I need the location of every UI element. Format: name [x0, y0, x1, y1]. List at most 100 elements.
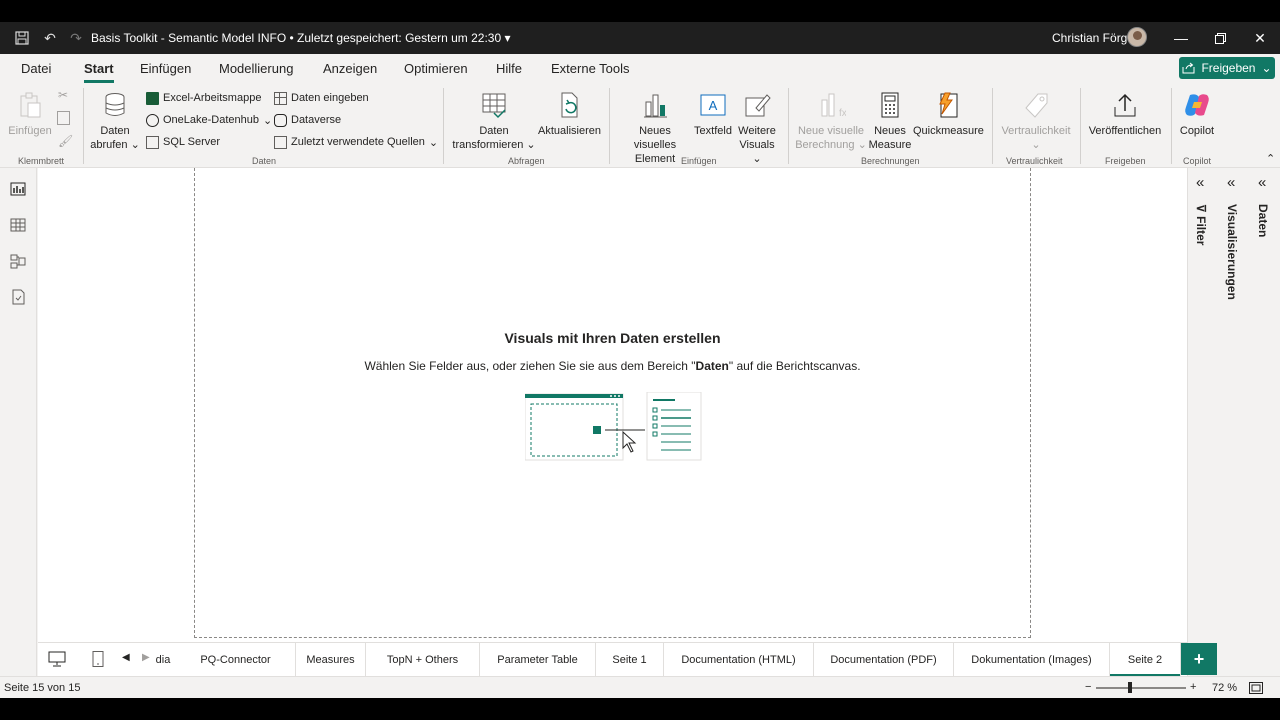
expand-visualizations-icon[interactable]: « — [1227, 174, 1235, 191]
add-page-button[interactable]: + — [1181, 643, 1217, 675]
app-window: ↶ ↷ Basis Toolkit - Semantic Model INFO … — [0, 22, 1280, 698]
data-pane-label: Daten — [1256, 204, 1270, 238]
table-view-icon[interactable] — [9, 216, 27, 234]
ribbon-separator — [83, 88, 84, 164]
avatar[interactable] — [1127, 27, 1147, 47]
tab-optimieren[interactable]: Optimieren — [404, 61, 468, 76]
filter-pane-collapsed[interactable]: « ⊽ Filter — [1188, 168, 1219, 676]
page-tab-seite-1[interactable]: Seite 1 — [596, 643, 664, 677]
more-visuals-button[interactable]: Weitere Visuals ⌄ — [734, 90, 780, 166]
page-indicator: Seite 15 von 15 — [4, 682, 81, 694]
scroll-tabs-right-icon[interactable]: ▶ — [142, 652, 150, 663]
tab-start[interactable]: Start — [84, 61, 114, 83]
page-tab-topn-others[interactable]: TopN + Others — [366, 643, 480, 677]
collapse-ribbon-icon[interactable]: ⌃ — [1266, 152, 1275, 165]
group-label-clipboard: Klemmbrett — [18, 156, 65, 166]
publish-icon — [1114, 93, 1136, 117]
page-tab-parameter-table[interactable]: Parameter Table — [480, 643, 596, 677]
zoom-slider-thumb[interactable] — [1127, 682, 1132, 693]
minimize-icon[interactable]: — — [1171, 28, 1191, 48]
page-tab-documentation-pdf[interactable]: Documentation (PDF) — [814, 643, 954, 677]
new-visual-calculation-button[interactable]: fx Neue visuelle Berechnung ⌄ — [795, 90, 867, 152]
textbox-icon: A — [700, 94, 726, 116]
model-view-icon[interactable] — [9, 252, 27, 270]
recent-sources-button[interactable]: Zuletzt verwendete Quellen ⌄ — [274, 134, 438, 150]
dataverse-button[interactable]: Dataverse — [274, 112, 341, 128]
cut-icon[interactable]: ✂ — [58, 88, 68, 102]
enter-data-button[interactable]: Daten eingeben — [274, 90, 369, 106]
textbox-button[interactable]: A Textfeld — [694, 90, 732, 138]
new-measure-button[interactable]: Neues Measure — [868, 90, 912, 152]
dax-query-view-icon[interactable] — [9, 288, 27, 306]
more-visuals-icon — [745, 94, 771, 117]
visualizations-pane-collapsed[interactable]: « Visualisierungen — [1219, 168, 1250, 676]
paste-button[interactable]: Einfügen — [8, 90, 52, 138]
expand-data-icon[interactable]: « — [1258, 174, 1266, 191]
user-name[interactable]: Christian Förg — [1052, 31, 1127, 45]
window-title[interactable]: Basis Toolkit - Semantic Model INFO • Zu… — [91, 31, 511, 45]
save-icon[interactable] — [14, 30, 30, 46]
tab-hilfe[interactable]: Hilfe — [496, 61, 522, 76]
ribbon-separator — [443, 88, 444, 164]
format-painter-icon[interactable]: 🖌 — [58, 134, 73, 148]
page-tab-documentation-html[interactable]: Documentation (HTML) — [664, 643, 814, 677]
refresh-button[interactable]: Aktualisieren — [538, 90, 601, 138]
page-tab-seite-2[interactable]: Seite 2 — [1110, 643, 1181, 677]
chevron-down-icon: ⌄ — [1261, 61, 1272, 75]
tab-anzeigen[interactable]: Anzeigen — [323, 61, 377, 76]
table-icon — [274, 91, 287, 105]
expand-filter-icon[interactable]: « — [1196, 174, 1204, 191]
empty-canvas-headline: Visuals mit Ihren Daten erstellen — [504, 330, 721, 346]
get-data-button[interactable]: Daten abrufen ⌄ — [90, 90, 140, 152]
database-icon — [105, 93, 125, 116]
desktop-layout-icon[interactable] — [48, 651, 66, 667]
new-visual-button[interactable]: Neues visuelles Element — [617, 90, 693, 166]
scroll-tabs-left-icon[interactable]: ◀ — [122, 652, 130, 663]
copilot-button[interactable]: Copilot — [1177, 90, 1217, 138]
onelake-hub-button[interactable]: OneLake-Datenhub ⌄ — [146, 112, 272, 128]
report-page[interactable]: Visuals mit Ihren Daten erstellen Wählen… — [194, 168, 1031, 638]
quick-measure-button[interactable]: Quickmeasure — [913, 90, 984, 138]
page-tab-dia[interactable]: dia — [150, 643, 176, 677]
page-tab-bar: ◀ ▶ dia PQ-Connector Measures TopN + Oth… — [38, 642, 1217, 677]
svg-text:A: A — [709, 98, 718, 113]
page-tab-pq-connector[interactable]: PQ-Connector — [176, 643, 296, 677]
excel-workbook-button[interactable]: Excel-Arbeitsmappe — [146, 90, 261, 106]
mobile-layout-icon[interactable] — [89, 651, 107, 667]
drag-fields-illustration — [525, 392, 702, 461]
zoom-in-icon[interactable]: + — [1190, 681, 1196, 693]
share-icon — [1182, 62, 1195, 74]
share-button[interactable]: Freigeben ⌄ — [1179, 57, 1275, 79]
menu-bar: Datei Start Einfügen Modellierung Anzeig… — [0, 54, 1280, 84]
page-tab-measures[interactable]: Measures — [296, 643, 366, 677]
zoom-level[interactable]: 72 % — [1212, 682, 1237, 694]
dataverse-icon — [274, 113, 287, 127]
view-rail — [0, 168, 37, 676]
ribbon-separator — [1080, 88, 1081, 164]
undo-icon[interactable]: ↶ — [42, 30, 58, 46]
publish-button[interactable]: Veröffentlichen — [1086, 90, 1164, 138]
data-pane-collapsed[interactable]: « Daten — [1250, 168, 1280, 676]
group-label-insert: Einfügen — [681, 156, 717, 166]
copy-icon[interactable] — [57, 111, 70, 125]
redo-icon[interactable]: ↷ — [68, 30, 84, 46]
visual-calculation-icon: fx — [821, 93, 846, 119]
tab-modellierung[interactable]: Modellierung — [219, 61, 293, 76]
fit-to-page-icon[interactable] — [1249, 682, 1263, 694]
tab-datei[interactable]: Datei — [21, 61, 51, 76]
page-tab-dokumentation-images[interactable]: Dokumentation (Images) — [954, 643, 1110, 677]
tab-einfuegen[interactable]: Einfügen — [140, 61, 191, 76]
sensitivity-button[interactable]: Vertraulichkeit ⌄ — [998, 90, 1074, 152]
zoom-slider-track[interactable] — [1096, 687, 1186, 689]
report-view-icon[interactable] — [9, 180, 27, 198]
restore-icon[interactable] — [1210, 28, 1230, 48]
transform-data-button[interactable]: Daten transformieren ⌄ — [450, 90, 538, 152]
filter-pane-label: ⊽ Filter — [1194, 204, 1208, 246]
sql-server-button[interactable]: SQL Server — [146, 134, 220, 150]
group-label-share: Freigeben — [1105, 156, 1146, 166]
group-label-sensitivity: Vertraulichkeit — [1006, 156, 1063, 166]
tab-externe-tools[interactable]: Externe Tools — [551, 61, 630, 76]
close-icon[interactable]: ✕ — [1250, 28, 1270, 48]
group-label-calculations: Berechnungen — [861, 156, 920, 166]
zoom-out-icon[interactable]: − — [1085, 681, 1091, 693]
